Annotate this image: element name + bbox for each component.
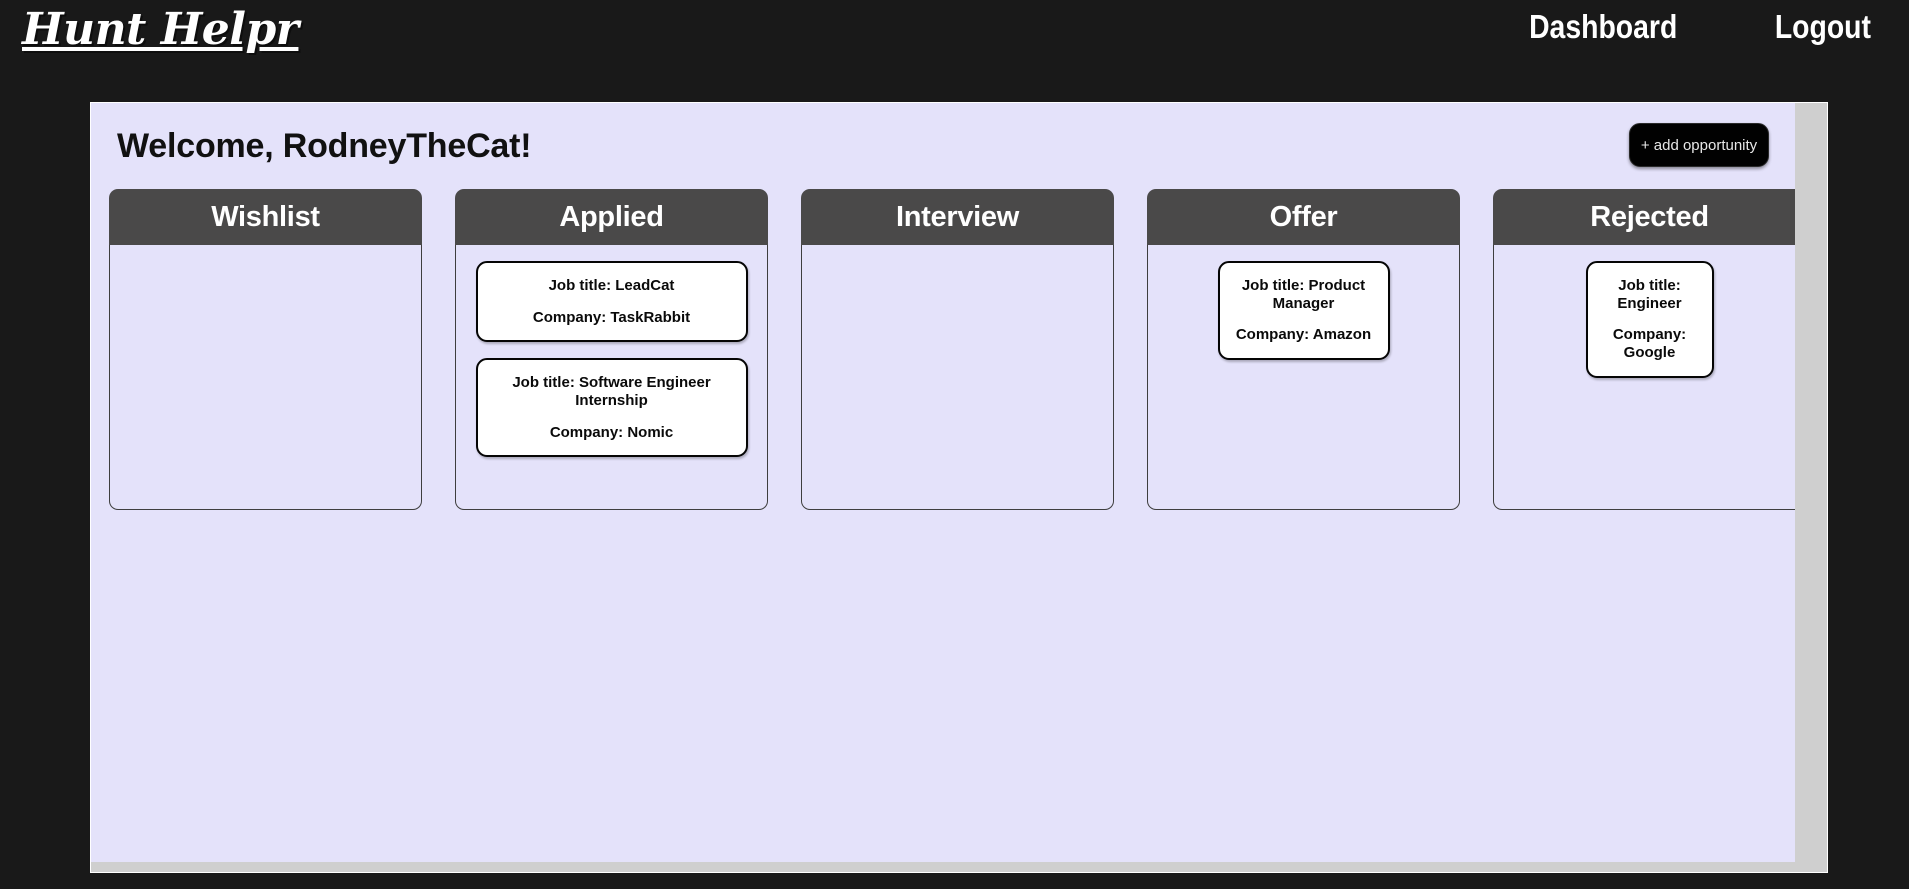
column-header-applied: Applied [455,189,768,245]
kanban-column-rejected: Rejected Job title: Engineer Company: Go… [1493,189,1806,510]
dashboard-panel: Welcome, RodneyTheCat! + add opportunity… [91,103,1811,862]
kanban-column-offer: Offer Job title: Product Manager Company… [1147,189,1460,510]
nav-link-dashboard[interactable]: Dashboard [1529,8,1677,46]
vertical-scrollbar[interactable] [1795,103,1811,862]
job-card[interactable]: Job title: Engineer Company: Google [1585,261,1714,378]
job-card-company: Company: Nomic [549,423,674,441]
column-body-applied[interactable]: Job title: LeadCat Company: TaskRabbit J… [455,245,768,510]
job-card-title: Job title: Product Manager [1241,277,1366,312]
job-card-company: Company: Google [1612,326,1687,362]
column-body-rejected[interactable]: Job title: Engineer Company: Google [1493,245,1806,510]
column-body-wishlist[interactable] [109,245,422,510]
kanban-column-applied: Applied Job title: LeadCat Company: Task… [455,189,768,510]
job-card[interactable]: Job title: Product Manager Company: Amaz… [1217,261,1390,361]
column-body-offer[interactable]: Job title: Product Manager Company: Amaz… [1147,245,1460,510]
top-navbar: Hunt Helpr Dashboard Logout [0,0,1909,80]
column-title: Applied [559,200,664,233]
job-card[interactable]: Job title: LeadCat Company: TaskRabbit [475,261,748,343]
kanban-column-wishlist: Wishlist [109,189,422,510]
column-header-offer: Offer [1147,189,1460,245]
brand-logo[interactable]: Hunt Helpr [22,4,299,55]
kanban-board: Wishlist Applied Job title: LeadCat Comp… [109,189,1806,510]
job-card-title: Job title: Engineer [1617,277,1682,312]
column-header-interview: Interview [801,189,1114,245]
column-body-interview[interactable] [801,245,1114,510]
column-title: Rejected [1590,200,1709,233]
nav-link-logout[interactable]: Logout [1775,8,1871,46]
job-card-title: Job title: Software Engineer Internship [512,374,711,410]
job-card-title: Job title: LeadCat [548,277,675,294]
kanban-column-interview: Interview [801,189,1114,510]
column-header-wishlist: Wishlist [109,189,422,245]
job-card-company: Company: Amazon [1235,326,1372,344]
column-title: Interview [895,200,1019,233]
page-title: Welcome, RodneyTheCat! [117,127,532,165]
column-title: Wishlist [211,200,320,233]
column-title: Offer [1269,200,1338,233]
column-header-rejected: Rejected [1493,189,1806,245]
main-panel-frame: Welcome, RodneyTheCat! + add opportunity… [90,102,1828,873]
add-opportunity-button[interactable]: + add opportunity [1629,123,1769,167]
job-card[interactable]: Job title: Software Engineer Internship … [475,358,748,458]
job-card-company: Company: TaskRabbit [532,308,691,326]
horizontal-scrollbar[interactable] [91,862,1827,872]
nav-links: Dashboard Logout [1517,8,1879,46]
